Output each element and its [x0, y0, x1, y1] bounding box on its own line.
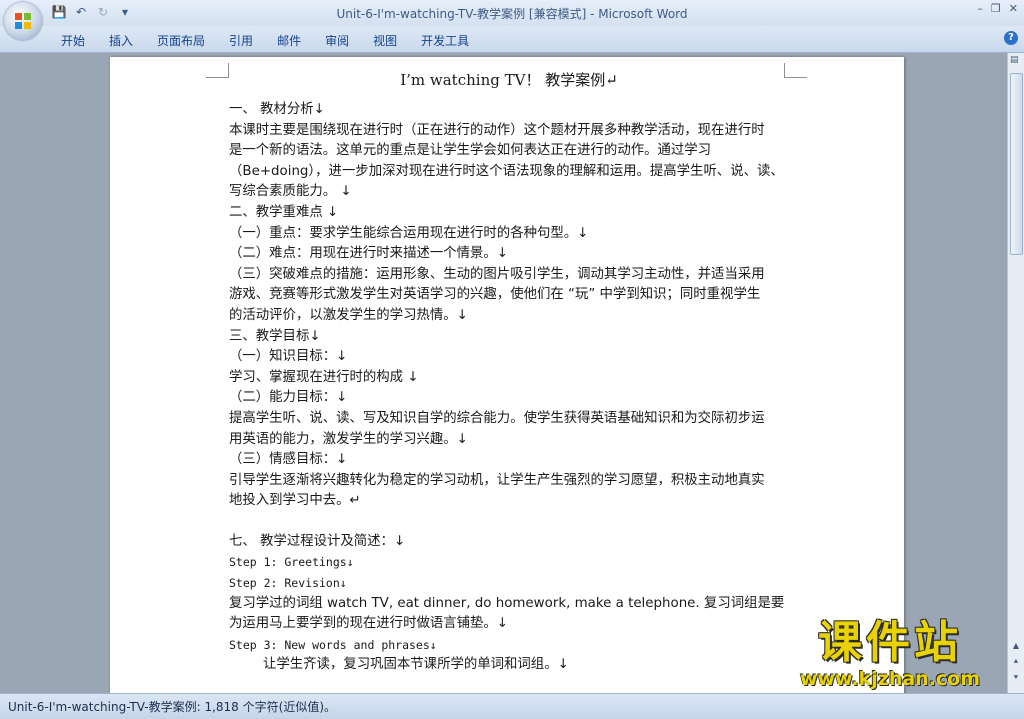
title-bar: 💾 ↶ ↻ ▾ Unit-6-I'm-watching-TV-教学案例 [兼容模…: [0, 0, 1024, 26]
window-controls: – ❐ ✕: [977, 2, 1018, 15]
paragraph: 二、教学重难点 ↓: [229, 204, 339, 220]
tab-review[interactable]: 审阅: [313, 30, 361, 51]
document-title: I’m watching TV！ 教学案例↵: [400, 71, 618, 89]
vertical-scrollbar[interactable]: ▤ ▲ ⯅ ⯆: [1007, 53, 1024, 693]
help-icon[interactable]: ?: [1004, 31, 1018, 45]
paragraph: 学习、掌握现在进行时的构成 ↓: [229, 369, 419, 385]
step-line: Step 3: New words and phrases↓: [229, 637, 437, 652]
paragraph: 的活动评价，以激发学生的学习热情。↓: [229, 307, 468, 323]
paragraph: （三）情感目标：↓: [229, 452, 348, 468]
paragraph: 地投入到学习中去。↵: [229, 493, 361, 509]
minimize-button[interactable]: –: [977, 2, 983, 15]
document-workspace: I’m watching TV！ 教学案例↵ 一、 教材分析↓ 本课时主要是围绕…: [0, 53, 1008, 697]
paragraph: 提高学生听、说、读、写及知识自学的综合能力。使学生获得英语基础知识和为交际初步运: [229, 410, 765, 426]
paragraph: 用英语的能力，激发学生的学习兴趣。↓: [229, 431, 468, 447]
watermark-url: www.kjzhan.com: [799, 668, 981, 690]
office-logo-icon: [15, 13, 31, 29]
paragraph: 写综合素质能力。 ↓: [229, 184, 352, 200]
paragraph: 游戏、竞赛等形式激发学生对英语学习的兴趣，使他们在 “玩” 中学到知识；同时重视…: [229, 287, 761, 303]
tab-references[interactable]: 引用: [217, 30, 265, 51]
paragraph: 复习学过的词组 watch TV, eat dinner, do homewor…: [229, 595, 785, 611]
ribbon-tab-bar: 开始 插入 页面布局 引用 邮件 审阅 视图 开发工具 ?: [0, 26, 1024, 53]
restore-button[interactable]: ❐: [991, 2, 1001, 15]
paragraph: （一）重点：要求学生能综合运用现在进行时的各种句型。↓: [229, 225, 589, 241]
tab-developer[interactable]: 开发工具: [409, 30, 481, 51]
paragraph: 为运用马上要学到的现在进行时做语言铺垫。↓: [229, 616, 509, 632]
scrollbar-thumb[interactable]: [1010, 73, 1023, 255]
app-name: Microsoft Word: [598, 7, 688, 21]
paragraph: 让学生齐读，复习巩固本节课所学的单词和词组。↓: [263, 657, 569, 673]
paragraph: （二）难点：用现在进行时来描述一个情景。↓: [229, 246, 509, 262]
step-line: Step 2: Revision↓: [229, 576, 347, 591]
status-bar: Unit-6-I'm-watching-TV-教学案例: 1,818 个字符(近…: [0, 693, 1024, 719]
window-title: Unit-6-I'm-watching-TV-教学案例 [兼容模式] - Mic…: [0, 5, 1024, 22]
tab-view[interactable]: 视图: [361, 30, 409, 51]
tab-page-layout[interactable]: 页面布局: [145, 30, 217, 51]
document-name: Unit-6-I'm-watching-TV-教学案例 [兼容模式]: [336, 7, 587, 21]
paragraph: （Be+doing），进一步加深对现在进行时这个语法现象的理解和运用。提高学生听…: [229, 163, 784, 179]
paragraph: （一）知识目标：↓: [229, 349, 348, 365]
paragraph: （二）能力目标：↓: [229, 390, 348, 406]
paragraph: 一、 教材分析↓: [229, 102, 325, 117]
margin-corner-left: [206, 63, 229, 78]
tab-home[interactable]: 开始: [49, 30, 97, 51]
scroll-up-icon[interactable]: ▲: [1011, 641, 1021, 650]
tab-insert[interactable]: 插入: [97, 30, 145, 51]
watermark-chars: 课件站: [818, 617, 962, 668]
title-separator: -: [586, 7, 599, 21]
step-line: Step 1: Greetings↓: [229, 555, 354, 570]
paragraph: 本课时主要是围绕现在进行时（正在进行的动作）这个题材开展多种教学活动，现在进行时: [229, 122, 765, 138]
paragraph: 引导学生逐渐将兴趣转化为稳定的学习动机，让学生产生强烈的学习愿望，积极主动地真实: [229, 472, 765, 488]
document-body[interactable]: I’m watching TV！ 教学案例↵ 一、 教材分析↓ 本课时主要是围绕…: [229, 69, 789, 676]
tab-mailings[interactable]: 邮件: [265, 30, 313, 51]
previous-page-icon[interactable]: ⯅: [1011, 657, 1021, 667]
next-page-icon[interactable]: ⯆: [1011, 673, 1021, 683]
ruler-toggle-icon[interactable]: ▤: [1010, 55, 1021, 65]
office-button[interactable]: [4, 2, 42, 40]
status-text: Unit-6-I'm-watching-TV-教学案例: 1,818 个字符(近…: [8, 700, 336, 714]
paragraph: 三、教学目标↓: [229, 328, 321, 344]
close-button[interactable]: ✕: [1009, 2, 1018, 15]
section-heading: 七、 教学过程设计及简述：↓: [229, 533, 406, 549]
document-page[interactable]: I’m watching TV！ 教学案例↵ 一、 教材分析↓ 本课时主要是围绕…: [110, 57, 904, 697]
paragraph: 是一个新的语法。这单元的重点是让学生学会如何表达正在进行的动作。通过学习: [229, 143, 712, 159]
paragraph: （三）突破难点的措施：运用形象、生动的图片吸引学生，调动其学习主动性，并适当采用: [229, 266, 765, 282]
watermark: 课件站 www.kjzhan.com: [776, 617, 1004, 691]
